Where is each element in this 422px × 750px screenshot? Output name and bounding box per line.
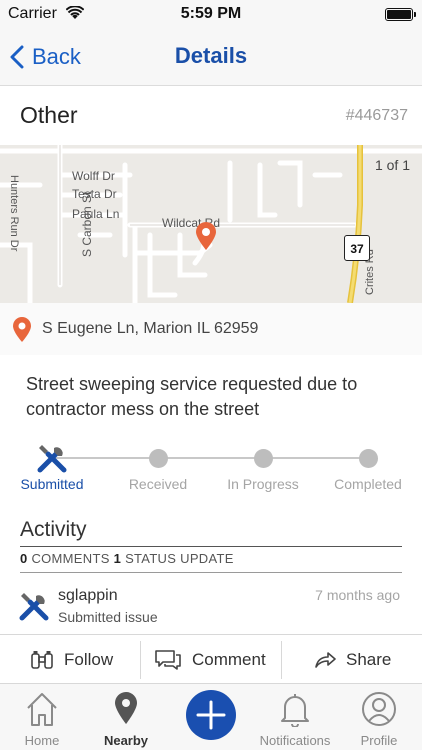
tab-profile[interactable]: Profile <box>337 684 421 750</box>
follow-button[interactable]: Follow <box>30 635 113 685</box>
follow-label: Follow <box>64 650 114 669</box>
issue-description: Street sweeping service requested due to… <box>26 374 358 419</box>
user-icon <box>337 691 421 727</box>
step-received-label: Received <box>128 476 188 492</box>
activity-divider-bottom <box>20 572 402 573</box>
action-bar: Follow Comment Share <box>0 634 422 684</box>
step-submitted-label: Submitted <box>20 476 84 492</box>
status-time: 5:59 PM <box>180 5 242 22</box>
add-issue-button[interactable] <box>186 690 236 740</box>
activity-item: sglappin Submitted issue 7 months ago <box>0 580 422 634</box>
activity-heading: Activity <box>20 518 87 541</box>
issue-map[interactable]: Wolff Dr Testa Dr Paula Ln Wildcat Rd S … <box>0 145 422 303</box>
bell-icon <box>253 691 337 727</box>
comments-label: COMMENTS <box>31 551 110 566</box>
tab-home-label: Home <box>24 733 60 748</box>
tools-icon <box>36 442 68 479</box>
binoculars-icon <box>31 651 53 669</box>
status-bar: Carrier 5:59 PM <box>0 0 422 28</box>
share-button[interactable]: Share <box>314 635 391 685</box>
step-in-progress-label: In Progress <box>227 476 299 492</box>
activity-user: sglappin <box>58 587 118 604</box>
location-pin-icon <box>84 691 168 725</box>
issue-address: S Eugene Ln, Marion IL 62959 <box>42 320 259 337</box>
route-number: 37 <box>350 242 364 256</box>
activity-action: Submitted issue <box>58 609 158 625</box>
share-label: Share <box>346 650 392 669</box>
step-received-dot <box>149 449 168 468</box>
tab-notifications-label: Notifications <box>259 733 331 748</box>
status-progress: Submitted Received In Progress Completed <box>0 440 422 500</box>
map-label-hunters: Hunters Run Dr <box>8 175 20 252</box>
map-label-testa: Testa Dr <box>72 187 117 201</box>
map-label-carbon: S Carbon St <box>80 191 94 257</box>
page-title: Details <box>174 43 248 68</box>
progress-line <box>52 457 370 459</box>
route-shield-icon: 37 <box>344 235 370 261</box>
comment-icon <box>155 650 181 670</box>
tab-profile-label: Profile <box>360 733 398 748</box>
activity-divider-top <box>20 546 402 547</box>
action-separator <box>281 641 282 679</box>
comment-button[interactable]: Comment <box>154 635 266 685</box>
status-update-label: STATUS UPDATE <box>125 551 234 566</box>
issue-header: Other #446737 <box>0 86 422 145</box>
tab-home[interactable]: Home <box>0 684 84 750</box>
action-separator <box>140 641 141 679</box>
tools-icon <box>18 590 50 627</box>
tab-notifications[interactable]: Notifications <box>253 684 337 750</box>
issue-id: #446737 <box>345 107 408 124</box>
step-completed-label: Completed <box>334 476 402 492</box>
tab-nearby-label: Nearby <box>103 733 149 748</box>
address-pin-icon <box>12 317 32 348</box>
activity-time: 7 months ago <box>315 587 400 603</box>
status-update-count: 1 <box>113 551 122 566</box>
navigation-bar: Back Details <box>0 28 422 86</box>
issue-category: Other <box>20 102 78 128</box>
step-completed-dot <box>359 449 378 468</box>
tab-nearby[interactable]: Nearby <box>84 684 168 750</box>
comments-count: 0 <box>20 551 28 566</box>
share-icon <box>315 652 336 668</box>
map-label-wolff: Wolff Dr <box>72 169 115 183</box>
plus-icon <box>196 700 226 730</box>
comment-label: Comment <box>192 650 266 669</box>
battery-icon <box>385 8 416 21</box>
home-icon <box>0 691 84 727</box>
step-in-progress-dot <box>254 449 273 468</box>
address-bar: S Eugene Ln, Marion IL 62959 <box>0 303 422 355</box>
activity-counts: 0 COMMENTS 1 STATUS UPDATE <box>20 551 234 566</box>
map-page-count: 1 of 1 <box>374 157 410 173</box>
